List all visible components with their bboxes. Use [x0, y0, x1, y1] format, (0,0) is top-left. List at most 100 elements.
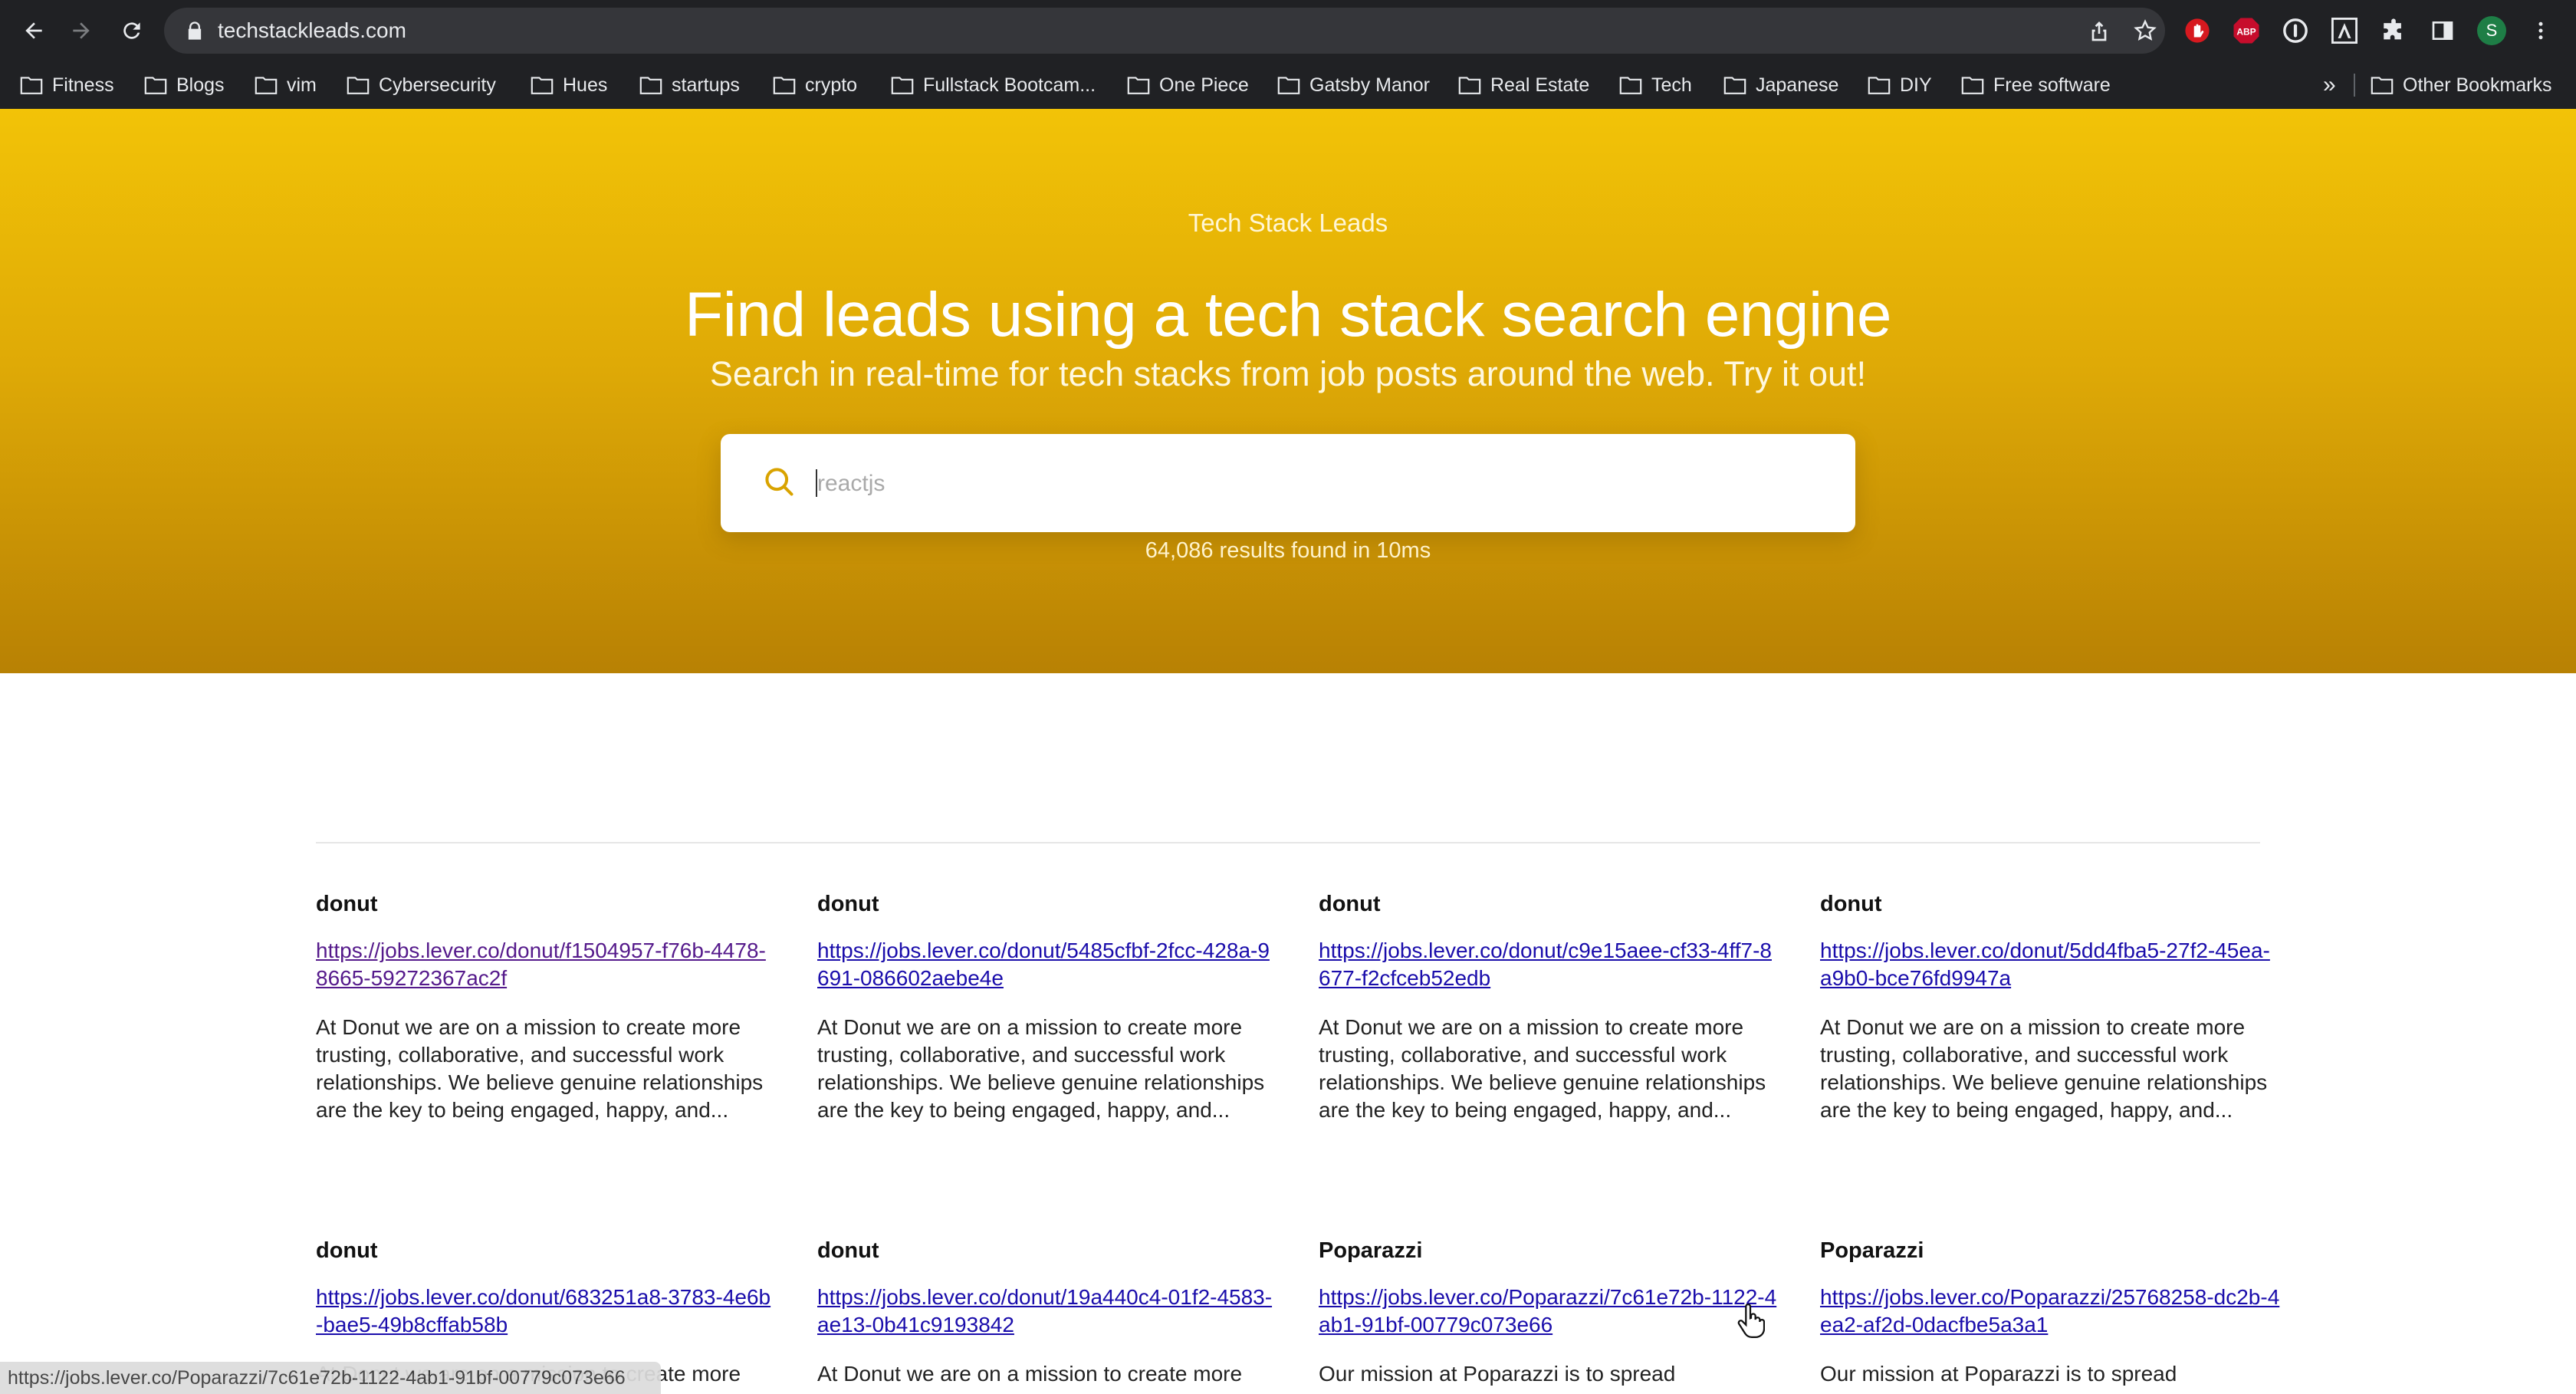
- avatar-initial: S: [2486, 21, 2498, 40]
- folder-icon: [1458, 77, 1481, 94]
- bookmark-label: vim: [287, 74, 317, 96]
- adblock-extension-button[interactable]: ABP: [2231, 15, 2262, 46]
- share-icon[interactable]: [2087, 18, 2111, 43]
- result-description: At Donut we are on a mission to create m…: [316, 1015, 764, 1122]
- bookmark-folder-diy[interactable]: DIY: [1868, 61, 1932, 109]
- result-company: donut: [316, 892, 378, 916]
- folder-icon: [1961, 77, 1984, 94]
- bookmark-label: Real Estate: [1490, 74, 1590, 96]
- bookmark-label: Gatsby Manor: [1309, 74, 1431, 96]
- result-card: donut https://jobs.lever.co/donut/5dd4fb…: [1820, 891, 2280, 1124]
- result-card: donut https://jobs.lever.co/donut/5485cf…: [817, 891, 1277, 1124]
- bookmark-folder-fullstack[interactable]: Fullstack Bootcam...: [891, 61, 1096, 109]
- result-link[interactable]: https://jobs.lever.co/donut/683251a8-378…: [316, 1284, 776, 1339]
- result-company: donut: [316, 1238, 378, 1263]
- bookmark-folder-fitness[interactable]: Fitness: [20, 61, 114, 109]
- extensions-button[interactable]: [2378, 15, 2409, 46]
- result-link[interactable]: https://jobs.lever.co/donut/f1504957-f76…: [316, 937, 776, 992]
- result-company: donut: [817, 892, 879, 916]
- folder-icon: [144, 77, 167, 94]
- bookmark-folder-tech[interactable]: Tech: [1619, 61, 1692, 109]
- results-divider: [316, 842, 2260, 843]
- site-brand[interactable]: Tech Stack Leads: [0, 209, 2576, 238]
- profile-button[interactable]: S: [2476, 15, 2507, 46]
- result-description: At Donut we are on a mission to create m…: [1820, 1015, 2268, 1122]
- result-company: Poparazzi: [1820, 1238, 1924, 1263]
- bookmark-folder-crypto[interactable]: crypto: [773, 61, 857, 109]
- bookmarks-separator: [2354, 74, 2355, 97]
- address-bar[interactable]: techstackleads.com: [164, 8, 2165, 54]
- bookmarks-overflow-button[interactable]: »: [2323, 61, 2336, 109]
- page-title: Find leads using a tech stack search eng…: [685, 280, 1891, 350]
- folder-icon: [1868, 77, 1891, 94]
- bookmark-folder-gatsby-manor[interactable]: Gatsby Manor: [1277, 61, 1430, 109]
- folder-icon: [2371, 77, 2394, 94]
- sidebar-button[interactable]: [2427, 15, 2458, 46]
- result-link[interactable]: https://jobs.lever.co/Poparazzi/25768258…: [1820, 1284, 2280, 1339]
- bookmark-label: Blogs: [176, 74, 225, 96]
- result-link[interactable]: https://jobs.lever.co/donut/c9e15aee-cf3…: [1319, 937, 1779, 992]
- result-description: At Donut we are on a mission to create m…: [817, 1362, 1243, 1386]
- address-url[interactable]: techstackleads.com: [218, 8, 406, 54]
- result-description: At Donut we are on a mission to create m…: [817, 1015, 1265, 1122]
- bookmark-folder-japanese[interactable]: Japanese: [1723, 61, 1838, 109]
- result-link[interactable]: https://jobs.lever.co/donut/5485cfbf-2fc…: [817, 937, 1277, 992]
- text-caret: [816, 469, 817, 497]
- bookmark-folder-free-software[interactable]: Free software: [1961, 61, 2111, 109]
- bookmark-folder-real-estate[interactable]: Real Estate: [1458, 61, 1589, 109]
- result-link[interactable]: https://jobs.lever.co/donut/19a440c4-01f…: [817, 1284, 1277, 1339]
- result-card: donut https://jobs.lever.co/donut/c9e15a…: [1319, 891, 1779, 1124]
- folder-icon: [531, 77, 554, 94]
- lock-icon: [188, 21, 202, 40]
- result-card: donut https://jobs.lever.co/donut/19a440…: [817, 1238, 1277, 1388]
- bookmark-folder-cybersecurity[interactable]: Cybersecurity: [347, 61, 496, 109]
- sidebar-icon: [2432, 21, 2453, 40]
- search-box[interactable]: [721, 434, 1855, 532]
- bookmark-folder-startups[interactable]: startups: [639, 61, 740, 109]
- search-icon: [765, 468, 794, 496]
- folder-icon: [639, 77, 662, 94]
- bookmark-label: startups: [672, 74, 740, 96]
- bookmark-folder-vim[interactable]: vim: [255, 61, 317, 109]
- page-subtitle: Search in real-time for tech stacks from…: [709, 354, 1867, 393]
- folder-icon: [347, 77, 370, 94]
- bookmark-label: Cybersecurity: [379, 74, 496, 96]
- abp-icon: ABP: [2233, 18, 2259, 44]
- folder-icon: [1127, 77, 1150, 94]
- bookmark-folder-other[interactable]: Other Bookmarks: [2371, 61, 2552, 109]
- bookmark-folder-hues[interactable]: Hues: [531, 61, 607, 109]
- kebab-menu-icon: [2538, 21, 2543, 40]
- back-button[interactable]: [15, 12, 52, 49]
- stop-hand-icon: [2185, 18, 2210, 43]
- forward-button[interactable]: [63, 12, 100, 49]
- reload-button[interactable]: [113, 12, 150, 49]
- bookmark-label: Free software: [1993, 74, 2111, 96]
- result-card: donut https://jobs.lever.co/donut/f15049…: [316, 891, 776, 1124]
- password-manager-icon: [2283, 18, 2308, 43]
- menu-button[interactable]: [2525, 15, 2556, 46]
- result-link[interactable]: https://jobs.lever.co/Poparazzi/7c61e72b…: [1319, 1284, 1779, 1339]
- bookmark-label: DIY: [1900, 74, 1932, 96]
- forward-arrow-icon: [73, 22, 90, 39]
- bookmark-label: One Piece: [1159, 74, 1249, 96]
- result-card: Poparazzi https://jobs.lever.co/Poparazz…: [1319, 1238, 1779, 1388]
- back-arrow-icon: [25, 22, 42, 39]
- result-description: Our mission at Poparazzi is to spread: [1820, 1362, 2177, 1386]
- puzzle-icon: [2384, 18, 2401, 40]
- bookmark-star-icon[interactable]: [2133, 18, 2157, 43]
- result-company: donut: [1319, 892, 1381, 916]
- bookmark-folder-blogs[interactable]: Blogs: [144, 61, 225, 109]
- reload-icon: [123, 22, 140, 39]
- result-company: donut: [817, 1238, 879, 1263]
- search-input[interactable]: [816, 460, 1815, 508]
- password-extension-button[interactable]: [2280, 15, 2311, 46]
- bookmarks-bar: Fitness Blogs vim Cybersecurity Hues sta…: [0, 61, 2576, 110]
- bookmark-folder-one-piece[interactable]: One Piece: [1127, 61, 1249, 109]
- arc-extension-button[interactable]: [2329, 15, 2360, 46]
- bookmark-label: Tech: [1651, 74, 1692, 96]
- browser-chrome: techstackleads.com ABP S Fitness Blogs v…: [0, 0, 2576, 110]
- stop-extension-button[interactable]: [2182, 15, 2213, 46]
- link-status-bar: https://jobs.lever.co/Poparazzi/7c61e72b…: [0, 1362, 661, 1394]
- bookmark-label: Fitness: [52, 74, 114, 96]
- result-link[interactable]: https://jobs.lever.co/donut/5dd4fba5-27f…: [1820, 937, 2280, 992]
